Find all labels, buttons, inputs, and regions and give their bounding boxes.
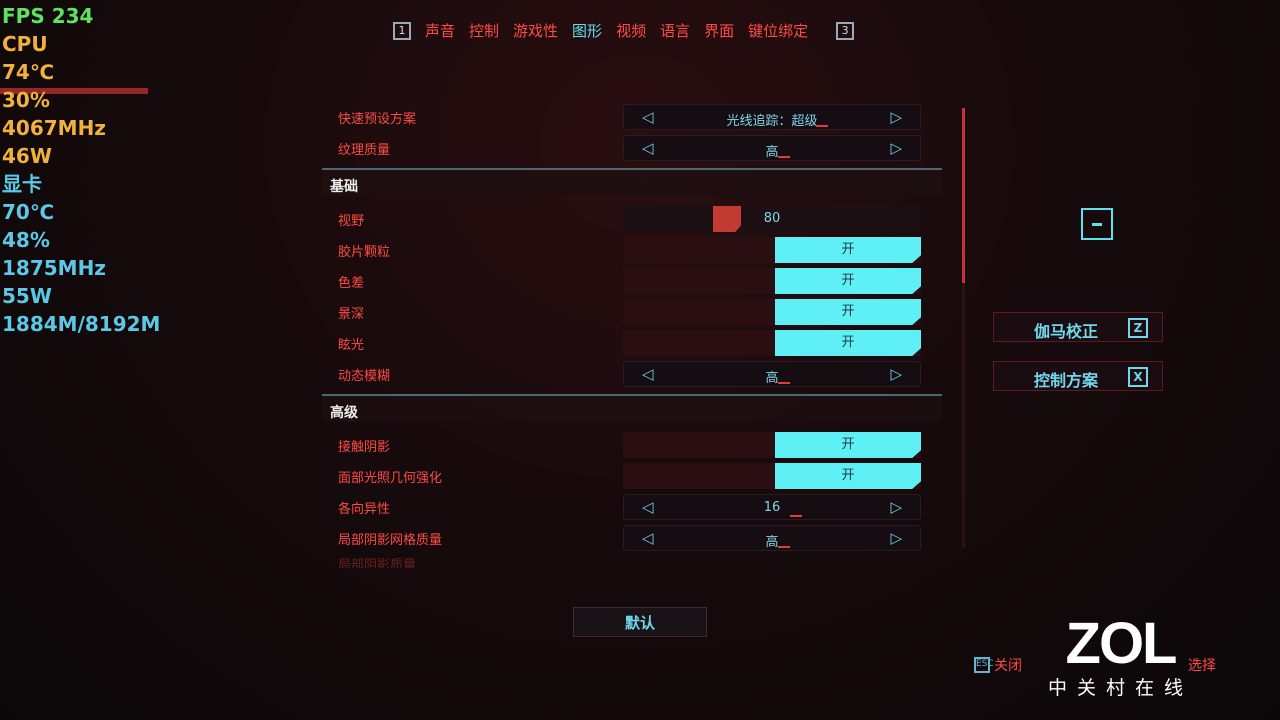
cpu-clock: 4067MHz [2,116,106,140]
gpu-temp: 70℃ [2,200,55,224]
setting-label: 快速预设方案 [338,112,417,127]
tab-video[interactable]: 视频 [616,20,646,41]
setting-film-grain: 胶片颗粒 开 [322,237,942,265]
setting-depth-of-field: 景深 开 [322,299,942,327]
arrow-right-icon[interactable]: ▷ [890,529,902,547]
setting-label: 色差 [338,276,365,291]
minus-icon[interactable] [1081,208,1113,240]
arrow-right-icon[interactable]: ▷ [890,498,902,516]
setting-label: 胶片颗粒 [338,245,391,260]
cpu-load: 30% [2,88,50,112]
setting-label: 局部阴影质量 [338,558,417,568]
key-hint: Z [1128,318,1148,338]
anisotropy-selector[interactable]: ◁ 16 ▷ [623,494,921,520]
motion-blur-selector[interactable]: ◁ 高 ▷ [623,361,921,387]
setting-label: 各向异性 [338,502,391,517]
watermark-subtitle: 中关村在线 [1048,677,1194,699]
local-shadow-mesh-selector[interactable]: ◁ 高 ▷ [623,525,921,551]
selector-value: 16 [763,500,781,515]
key-hint: X [1128,367,1148,387]
tab-keybindings[interactable]: 键位绑定 [748,20,808,41]
gpu-clock: 1875MHz [2,256,106,280]
setting-contact-shadows: 接触阴影 开 [322,432,942,460]
dof-toggle[interactable]: 开 [623,299,921,325]
arrow-right-icon[interactable]: ▷ [890,108,902,126]
toggle-on: 开 [775,268,921,294]
setting-label: 眩光 [338,338,365,353]
setting-label: 景深 [338,307,365,322]
fps-readout: FPS 234 [2,4,94,28]
setting-local-shadow-quality: 局部阴影质量 [322,556,942,568]
cpu-label: CPU [2,32,48,56]
toggle-on: 开 [775,432,921,458]
tab-gameplay[interactable]: 游戏性 [513,20,558,41]
button-label: 控制方案 [1034,371,1099,390]
gpu-label: 显卡 [2,172,42,196]
section-basic: 基础 [322,168,942,196]
gpu-memory: 1884M/8192M [2,312,161,336]
gamma-correction-button[interactable]: 伽马校正 Z [993,312,1163,342]
setting-label: 面部光照几何强化 [338,471,443,486]
film-grain-toggle[interactable]: 开 [623,237,921,263]
texture-selector[interactable]: ◁ 高 ▷ [623,135,921,161]
next-tab-key[interactable]: 3 [836,21,855,40]
selector-value: 高 [765,371,779,386]
setting-motion-blur: 动态模糊 ◁ 高 ▷ [322,361,942,389]
chromatic-toggle[interactable]: 开 [623,268,921,294]
zol-watermark: ZOL 中关村在线 [1048,615,1193,700]
selector-value: 高 [765,535,779,550]
toggle-on: 开 [775,463,921,489]
setting-label: 视野 [338,214,365,229]
setting-face-lighting: 面部光照几何强化 开 [322,463,942,491]
arrow-right-icon[interactable]: ▷ [890,365,902,383]
cpu-temp: 74℃ [2,60,55,84]
section-advanced: 高级 [322,394,942,422]
tab-language[interactable]: 语言 [660,20,690,41]
gpu-power: 55W [2,284,52,308]
setting-chromatic-aberration: 色差 开 [322,268,942,296]
watermark-brand: ZOL [1065,611,1178,676]
cpu-power: 46W [2,144,52,168]
esc-key-icon: ESC [974,657,994,673]
close-label: 关闭 [994,658,1022,674]
gpu-load: 48% [2,228,50,252]
setting-label: 接触阴影 [338,440,391,455]
button-label: 伽马校正 [1034,322,1099,341]
setting-lens-flare: 眩光 开 [322,330,942,358]
toggle-on: 开 [775,237,921,263]
preset-selector[interactable]: ◁ 光线追踪：超级 ▷ [623,104,921,130]
tab-controls[interactable]: 控制 [469,20,499,41]
arrow-right-icon[interactable]: ▷ [890,139,902,157]
face-lighting-toggle[interactable]: 开 [623,463,921,489]
contact-shadows-toggle[interactable]: 开 [623,432,921,458]
section-title: 高级 [330,405,358,421]
section-title: 基础 [330,179,358,195]
performance-overlay: FPS 234 CPU 74℃ 30% 4067MHz 46W 显卡 70℃ 4… [2,2,160,338]
setting-label: 纹理质量 [338,143,391,158]
setting-texture-quality: 纹理质量 ◁ 高 ▷ [322,135,942,163]
default-button[interactable]: 默认 [573,607,707,637]
setting-label: 局部阴影网格质量 [338,533,443,548]
setting-fov: 视野 80 [322,206,942,234]
fov-slider[interactable]: 80 [623,206,921,232]
toggle-on: 开 [775,299,921,325]
control-scheme-button[interactable]: 控制方案 X [993,361,1163,391]
settings-scrollbar[interactable] [962,108,965,548]
setting-anisotropy: 各向异性 ◁ 16 ▷ [322,494,942,522]
tab-graphics[interactable]: 图形 [572,20,602,41]
setting-preset: 快速预设方案 ◁ 光线追踪：超级 ▷ [322,104,942,132]
setting-local-shadow-mesh: 局部阴影网格质量 ◁ 高 ▷ [322,525,942,553]
selector-value: 高 [765,145,779,160]
setting-label: 动态模糊 [338,369,391,384]
close-hint[interactable]: ESC 关闭 [974,655,1022,675]
selector-value: 光线追踪：超级 [726,114,818,129]
lens-flare-toggle[interactable]: 开 [623,330,921,356]
tab-sound[interactable]: 声音 [425,20,455,41]
slider-value: 80 [763,211,781,226]
tab-interface[interactable]: 界面 [704,20,734,41]
scrollbar-thumb[interactable] [962,108,965,283]
toggle-on: 开 [775,330,921,356]
prev-tab-key[interactable]: 1 [393,21,411,40]
settings-tabs: 1 声音 控制 游戏性 图形 视频 语言 界面 键位绑定 3 [393,20,855,41]
